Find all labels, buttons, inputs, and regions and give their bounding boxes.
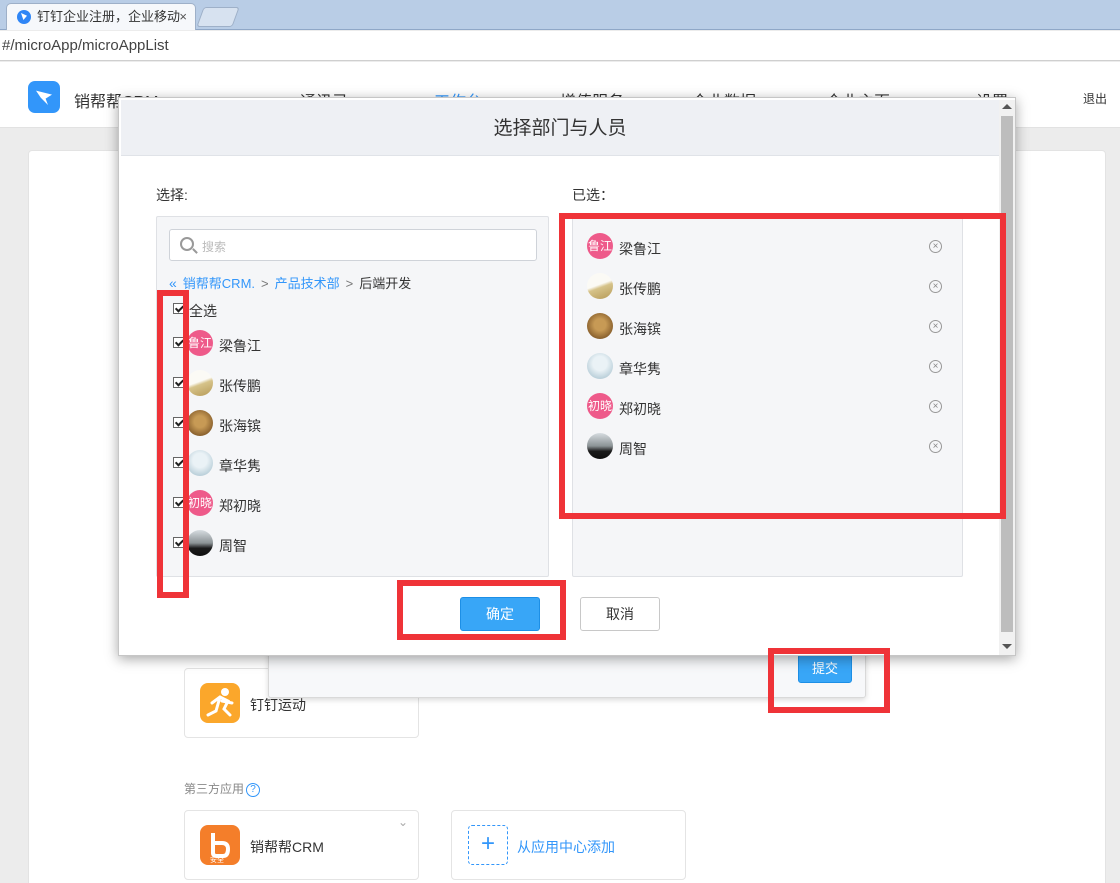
avatar [187, 450, 213, 476]
avatar: 初晓 [187, 490, 213, 516]
cancel-button[interactable]: 取消 [580, 597, 660, 631]
tab-close-icon[interactable]: × [179, 4, 187, 30]
help-icon[interactable]: ? [246, 782, 261, 797]
avatar [187, 410, 213, 436]
annotation-box-confirm [397, 580, 566, 640]
running-icon [200, 683, 240, 723]
person-name[interactable]: 周智 [219, 536, 247, 556]
scroll-down-icon[interactable] [1002, 644, 1012, 649]
app-tile-crm[interactable]: 安全 销帮帮CRM ⌄ [184, 810, 419, 880]
search-input[interactable]: 搜索 [169, 229, 537, 261]
breadcrumb-root[interactable]: 销帮帮CRM. [183, 276, 255, 291]
tab-title: 钉钉企业注册，企业移动 [37, 9, 181, 24]
logout-link[interactable]: 退出 [1083, 90, 1107, 107]
dialog-title: 选择部门与人员 [121, 100, 999, 156]
select-pane: 搜索 « 销帮帮CRM. > 产品技术部 > 后端开发 全选 鲁江 梁鲁江 张传鹏 张海镔… [156, 216, 549, 577]
new-tab-button[interactable] [196, 7, 240, 27]
person-name[interactable]: 章华隽 [219, 456, 261, 476]
select-label: 选择: [156, 187, 188, 203]
breadcrumb: « 销帮帮CRM. > 产品技术部 > 后端开发 [169, 273, 411, 292]
person-name[interactable]: 张传鹏 [219, 376, 261, 396]
person-name[interactable]: 张海镔 [219, 416, 261, 436]
avatar: 鲁江 [187, 330, 213, 356]
annotation-box-checkboxes [157, 290, 189, 598]
person-name[interactable]: 梁鲁江 [219, 336, 261, 356]
breadcrumb-dept[interactable]: 产品技术部 [275, 276, 340, 291]
plus-icon: + [468, 825, 508, 865]
chevron-down-icon[interactable]: ⌄ [398, 815, 408, 829]
third-party-label: 第三方应用? [184, 780, 261, 797]
breadcrumb-separator: > [261, 276, 269, 291]
breadcrumb-current: 后端开发 [359, 276, 412, 291]
search-placeholder: 搜索 [202, 240, 227, 254]
search-icon [180, 237, 194, 251]
dingtalk-logo-icon [28, 81, 60, 113]
person-name[interactable]: 郑初晓 [219, 496, 261, 516]
crm-badge: 安全 [210, 857, 224, 864]
breadcrumb-back-icon[interactable]: « [169, 275, 177, 291]
add-app-label: 从应用中心添加 [517, 839, 615, 855]
select-all-label: 全选 [189, 303, 217, 319]
avatar [187, 370, 213, 396]
third-party-label-text: 第三方应用 [184, 782, 245, 796]
browser-tab[interactable]: 钉钉企业注册，企业移动 × [6, 3, 196, 30]
breadcrumb-separator: > [345, 276, 354, 291]
dingtalk-favicon-icon [17, 10, 31, 24]
selected-label: 已选： [572, 187, 614, 203]
browser-tabstrip: 钉钉企业注册，企业移动 × [0, 0, 1120, 30]
app-tile-label: 销帮帮CRM [250, 839, 324, 855]
crm-app-icon: 安全 [200, 825, 240, 865]
scroll-up-icon[interactable] [1002, 104, 1012, 109]
app-tile-label: 钉钉运动 [250, 697, 306, 713]
annotation-box-selected [559, 213, 1006, 519]
add-app-tile[interactable]: + 从应用中心添加 [451, 810, 686, 880]
address-bar[interactable]: #/microApp/microAppList [0, 31, 1120, 61]
annotation-box-submit [768, 648, 890, 713]
avatar [187, 530, 213, 556]
